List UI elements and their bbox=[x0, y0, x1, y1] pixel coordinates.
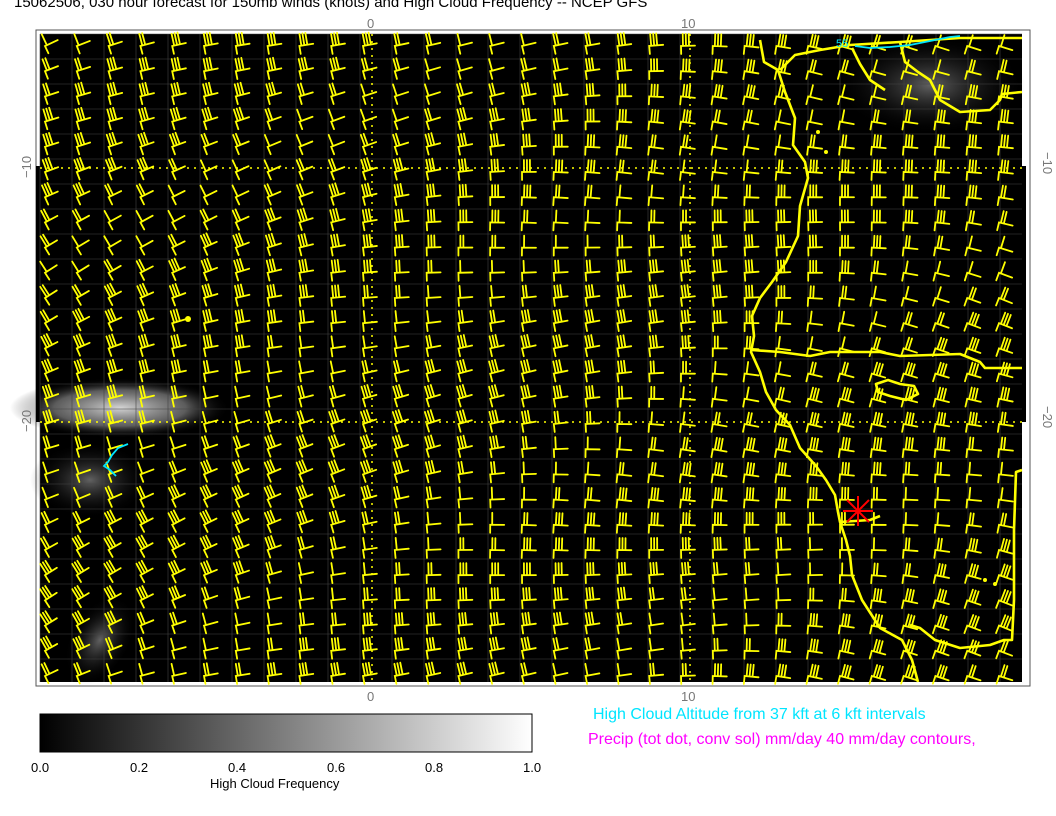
right-tick-m10: −10 bbox=[1040, 152, 1055, 174]
bottom-tick-0: 0 bbox=[367, 689, 374, 704]
contour-label: 55 bbox=[836, 38, 848, 50]
map-plot: 55 0 10 0 10 −10 −20 −10 −20 bbox=[10, 16, 1055, 753]
cloud-altitude-legend: High Cloud Altitude from 37 kft at 6 kft… bbox=[593, 706, 926, 723]
precip-legend: Precip (tot dot, conv sol) mm/day 40 mm/… bbox=[588, 731, 976, 748]
left-tick-m10: −10 bbox=[19, 156, 34, 178]
colorbar-title: High Cloud Frequency bbox=[210, 776, 340, 791]
left-tick-m20: −20 bbox=[19, 410, 34, 432]
colorbar bbox=[39, 713, 533, 753]
map-background bbox=[40, 34, 1022, 682]
colorbar-tick: 0.8 bbox=[425, 760, 444, 775]
station-star-icon bbox=[843, 496, 873, 526]
colorbar-tick: 1.0 bbox=[523, 760, 542, 775]
left-scale-bar bbox=[36, 166, 40, 422]
top-tick-10: 10 bbox=[681, 16, 695, 31]
colorbar-tick: 0.0 bbox=[31, 760, 50, 775]
colorbar-tick: 0.2 bbox=[130, 760, 149, 775]
colorbar-tick: 0.6 bbox=[327, 760, 346, 775]
top-tick-0: 0 bbox=[367, 16, 374, 31]
right-scale-bar bbox=[1022, 166, 1026, 422]
bottom-tick-10: 10 bbox=[681, 689, 695, 704]
right-tick-m20: −20 bbox=[1040, 406, 1055, 428]
colorbar-tick: 0.4 bbox=[228, 760, 247, 775]
